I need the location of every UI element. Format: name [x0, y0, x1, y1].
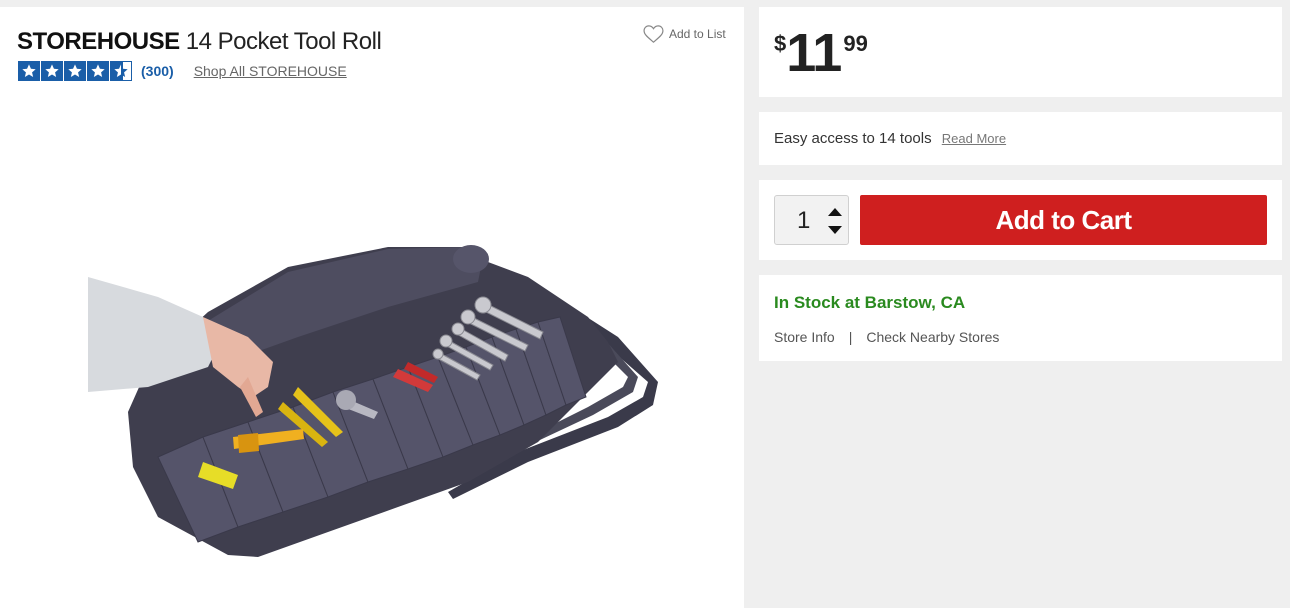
- store-links: Store Info | Check Nearby Stores: [774, 329, 999, 345]
- quantity-stepper[interactable]: 1: [774, 195, 849, 245]
- product-price: $ 11 99: [774, 23, 868, 83]
- product-media-panel: STOREHOUSE 14 Pocket Tool Roll Add to Li…: [0, 7, 744, 608]
- product-image[interactable]: [88, 237, 658, 567]
- product-brand: STOREHOUSE: [17, 28, 180, 55]
- quantity-decrease-button[interactable]: [827, 224, 843, 236]
- rating-count-link[interactable]: (300): [141, 63, 174, 79]
- price-currency: $: [774, 31, 787, 56]
- shop-all-brand-link[interactable]: Shop All STOREHOUSE: [194, 63, 347, 79]
- stock-status: In Stock at Barstow, CA: [774, 293, 966, 312]
- half-star-icon: [110, 61, 132, 81]
- product-title: STOREHOUSE 14 Pocket Tool Roll: [17, 27, 382, 57]
- check-nearby-stores-link[interactable]: Check Nearby Stores: [866, 329, 999, 345]
- rating-row: (300) Shop All STOREHOUSE: [18, 61, 347, 81]
- star-icon: [41, 61, 63, 81]
- store-info-link[interactable]: Store Info: [774, 329, 835, 345]
- quantity-increase-button[interactable]: [827, 206, 843, 218]
- link-separator: |: [848, 329, 853, 345]
- availability-card: In Stock at Barstow, CA Store Info | Che…: [759, 275, 1282, 361]
- price-whole: 11: [786, 23, 842, 83]
- tool-roll-illustration: [88, 245, 658, 557]
- add-to-list-button[interactable]: Add to List: [643, 25, 726, 43]
- star-rating[interactable]: [18, 61, 133, 81]
- product-name: 14 Pocket Tool Roll: [185, 28, 382, 55]
- caret-down-icon: [828, 226, 842, 234]
- add-to-list-label: Add to List: [669, 27, 726, 41]
- star-icon: [64, 61, 86, 81]
- quantity-value[interactable]: 1: [797, 207, 810, 235]
- add-to-cart-card: 1 Add to Cart: [759, 180, 1282, 260]
- description-card: Easy access to 14 tools Read More: [759, 112, 1282, 165]
- description-text: Easy access to 14 tools: [774, 130, 932, 147]
- price-cents: 99: [843, 31, 868, 56]
- star-icon: [18, 61, 40, 81]
- heart-icon: [643, 25, 664, 43]
- caret-up-icon: [828, 208, 842, 216]
- add-to-cart-button[interactable]: Add to Cart: [860, 195, 1267, 245]
- price-card: $ 11 99: [759, 7, 1282, 97]
- short-description: Easy access to 14 tools Read More: [774, 130, 1006, 147]
- star-icon: [87, 61, 109, 81]
- read-more-link[interactable]: Read More: [942, 131, 1006, 146]
